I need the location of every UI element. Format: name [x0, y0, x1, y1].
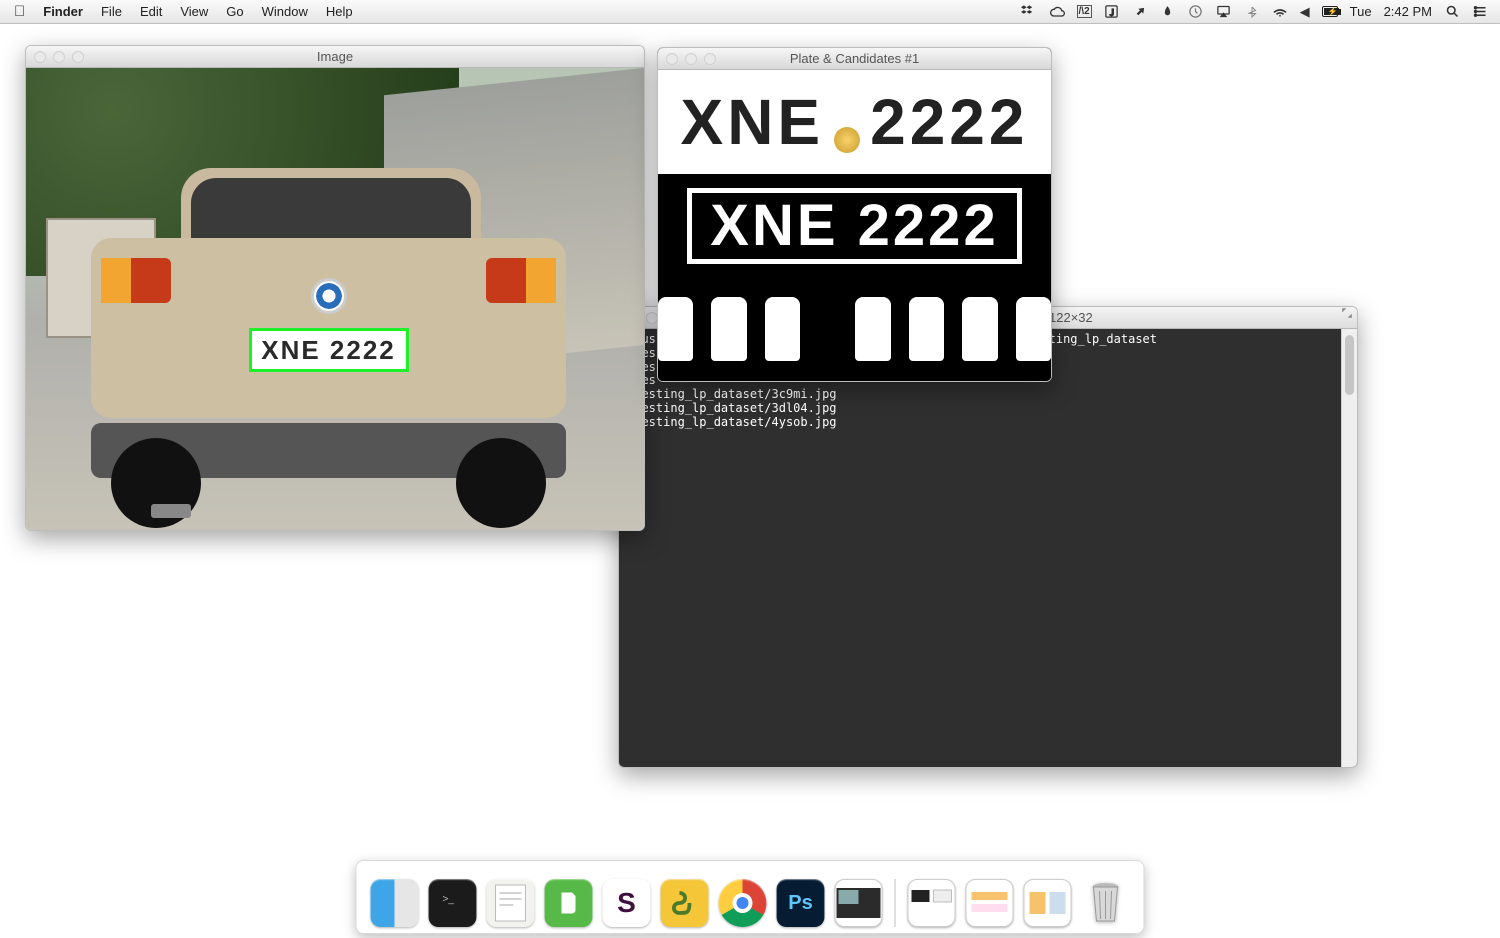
- terminal-body[interactable]: /testing_lp_dataset urus /tes /tes /tes …: [619, 329, 1357, 768]
- car-illustration: XNE 2222: [91, 168, 566, 528]
- dock-evernote[interactable]: [545, 879, 593, 927]
- notification-center-icon[interactable]: [1472, 4, 1488, 20]
- plate-candidates-window[interactable]: Plate & Candidates #1 XNE2222 XNE 2222: [657, 47, 1052, 382]
- image-window-title: Image: [317, 49, 353, 64]
- char-blob: [658, 297, 693, 361]
- detected-plate: XNE 2222: [249, 328, 409, 372]
- terminal-line: /testing_lp_dataset/3dl04.jpg: [627, 402, 1349, 416]
- wifi-icon[interactable]: [1272, 4, 1288, 20]
- bmw-badge-icon: [311, 278, 347, 314]
- dock-separator: [895, 879, 896, 927]
- dock-photoshop[interactable]: Ps: [777, 879, 825, 927]
- terminal-line: /testing_lp_dataset/4ysob.jpg: [627, 416, 1349, 430]
- minimize-button[interactable]: [685, 53, 697, 65]
- backblaze-icon[interactable]: [1160, 4, 1176, 20]
- char-blob: [909, 297, 944, 361]
- dock-textedit[interactable]: [487, 879, 535, 927]
- dock-trash[interactable]: [1082, 879, 1130, 927]
- close-button[interactable]: [666, 53, 678, 65]
- clock-day[interactable]: Tue: [1350, 4, 1372, 19]
- clock-time[interactable]: 2:42 PM: [1384, 4, 1432, 19]
- terminal-scrollbar[interactable]: [1341, 329, 1357, 767]
- dock-terminal[interactable]: >_: [429, 879, 477, 927]
- char-blob: [1016, 297, 1051, 361]
- menu-bar:  Finder File Edit View Go Window Help /…: [0, 0, 1500, 24]
- zoom-button[interactable]: [704, 53, 716, 65]
- dropbox-icon[interactable]: [1021, 4, 1037, 20]
- image-window[interactable]: Image XNE 2222: [25, 45, 645, 531]
- spotlight-icon[interactable]: [1444, 4, 1460, 20]
- menu-go[interactable]: Go: [226, 4, 243, 19]
- image-titlebar[interactable]: Image: [26, 46, 644, 68]
- menu-help[interactable]: Help: [326, 4, 353, 19]
- plate-seal-icon: [834, 127, 860, 153]
- dock-slack[interactable]: S: [603, 879, 651, 927]
- plate-color-crop: XNE2222: [658, 70, 1051, 174]
- adobe-apps-count: 2: [1084, 6, 1090, 17]
- dock: >_ S Ps: [356, 860, 1145, 934]
- zoom-button[interactable]: [72, 51, 84, 63]
- mic-icon[interactable]: [1132, 4, 1148, 20]
- char-blob: [962, 297, 997, 361]
- svg-text:>_: >_: [443, 894, 455, 905]
- active-app-name[interactable]: Finder: [43, 4, 83, 19]
- close-button[interactable]: [34, 51, 46, 63]
- airplay-icon[interactable]: [1216, 4, 1232, 20]
- adobe-apps-icon[interactable]: /\2: [1077, 5, 1092, 18]
- battery-icon[interactable]: ⚡: [1322, 4, 1338, 20]
- dock-pycharm[interactable]: [661, 879, 709, 927]
- plate-titlebar[interactable]: Plate & Candidates #1: [658, 48, 1051, 70]
- dock-stack[interactable]: [966, 879, 1014, 927]
- caffeine-icon[interactable]: [1104, 4, 1120, 20]
- plate-stages: XNE2222 XNE 2222: [658, 70, 1051, 381]
- plate-threshold: XNE 2222: [658, 174, 1051, 278]
- dock-photoshop-label: Ps: [788, 892, 812, 915]
- char-blob: [765, 297, 800, 361]
- dock-stack[interactable]: [908, 879, 956, 927]
- menu-file[interactable]: File: [101, 4, 122, 19]
- dock-chrome[interactable]: [719, 879, 767, 927]
- dock-minimized-window[interactable]: [835, 879, 883, 927]
- terminal-line: /testing_lp_dataset/3c9mi.jpg: [627, 388, 1349, 402]
- minimize-button[interactable]: [53, 51, 65, 63]
- bluetooth-icon[interactable]: [1244, 4, 1260, 20]
- plate-threshold-text: XNE 2222: [687, 188, 1021, 264]
- headphones-icon[interactable]: [1188, 4, 1204, 20]
- plate-window-title: Plate & Candidates #1: [790, 51, 919, 66]
- fullscreen-icon[interactable]: [1341, 307, 1353, 319]
- menu-view[interactable]: View: [180, 4, 208, 19]
- char-blob: [711, 297, 746, 361]
- plate-char-candidates: [658, 277, 1051, 381]
- menu-window[interactable]: Window: [262, 4, 308, 19]
- char-blob: [855, 297, 890, 361]
- apple-menu-icon[interactable]: : [14, 4, 25, 19]
- terminal-title: 122×32: [1049, 310, 1093, 325]
- menu-edit[interactable]: Edit: [140, 4, 162, 19]
- dock-stack[interactable]: [1024, 879, 1072, 927]
- volume-icon[interactable]: ◀: [1300, 4, 1310, 20]
- dock-finder[interactable]: [371, 879, 419, 927]
- creative-cloud-icon[interactable]: [1049, 4, 1065, 20]
- source-image: XNE 2222: [26, 68, 644, 530]
